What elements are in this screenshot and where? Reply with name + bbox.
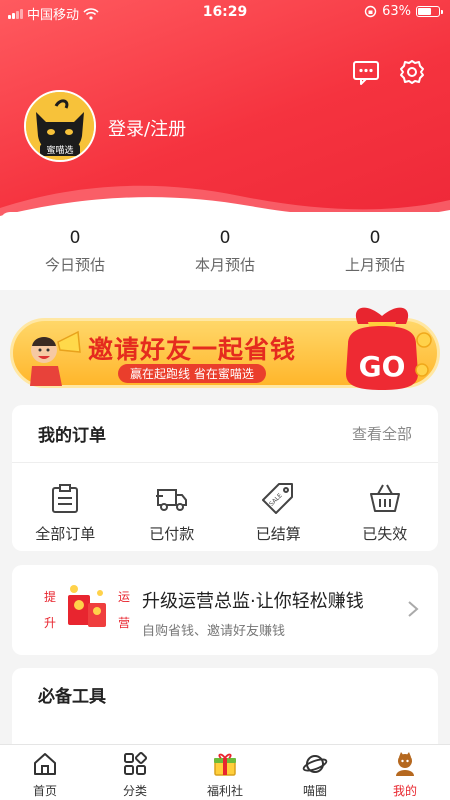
basket-icon: [369, 484, 400, 512]
avatar-caption: 蜜喵选: [46, 144, 73, 156]
order-settled-button[interactable]: SALE 已结算: [225, 481, 332, 544]
banner-title: 邀请好友一起省钱: [88, 335, 297, 364]
rotation-lock-icon: [364, 5, 377, 18]
promo-badge-left-top: 提: [44, 589, 56, 604]
message-icon[interactable]: [352, 58, 380, 86]
tab-home[interactable]: 首页: [0, 745, 90, 800]
promo-title: 升级运营总监·让你轻松赚钱: [142, 591, 364, 612]
order-invalid-button[interactable]: 已失效: [332, 481, 439, 544]
clipboard-icon: [52, 484, 79, 513]
earnings-stats: 0 今日预估 0 本月预估 0 上月预估: [0, 212, 450, 290]
truck-icon: [155, 489, 187, 511]
gift-icon: [214, 753, 236, 776]
planet-icon: [302, 755, 328, 773]
profile-header: 蜜喵选 登录/注册: [0, 0, 450, 230]
order-status-label: 已失效: [362, 525, 408, 543]
profile-icon: [396, 752, 414, 776]
bottom-tab-bar: 首页 分类 福利社 喵圈 我的: [0, 744, 450, 800]
tab-label: 喵圈: [302, 784, 327, 798]
login-register-link[interactable]: 登录/注册: [108, 115, 186, 141]
promo-subtitle: 自购省钱、邀请好友赚钱: [142, 624, 286, 639]
promo-badge-left-bottom: 升: [44, 616, 56, 630]
stat-today[interactable]: 0 今日预估: [0, 212, 150, 290]
banner-subtitle: 赢在起跑线 省在蜜喵选: [118, 364, 266, 383]
stat-value: 0: [69, 228, 81, 248]
tab-label: 分类: [122, 784, 147, 798]
tab-label: 首页: [32, 784, 57, 798]
order-status-label: 已结算: [255, 525, 301, 543]
battery-percent: 63%: [382, 4, 411, 19]
my-orders-card: 我的订单 查看全部 全部订单 已付款 SALE 已结算 已失效: [12, 405, 438, 551]
runner-character-icon: [30, 330, 81, 386]
orders-header: 我的订单 查看全部: [12, 405, 438, 463]
order-status-label: 已付款: [149, 525, 195, 543]
settings-gear-icon[interactable]: [398, 58, 426, 86]
stat-this-month[interactable]: 0 本月预估: [150, 212, 300, 290]
stat-label: 上月预估: [344, 256, 405, 274]
order-all-button[interactable]: 全部订单: [12, 481, 119, 544]
avatar[interactable]: 蜜喵选: [24, 90, 96, 162]
go-label: GO: [359, 350, 406, 383]
invite-friends-banner[interactable]: 邀请好友一起省钱 赢在起跑线 省在蜜喵选 GO: [10, 300, 440, 392]
tag-icon: SALE: [262, 483, 294, 514]
promo-badge-right-top: 运: [118, 590, 130, 604]
battery-icon: [416, 6, 443, 17]
tab-me[interactable]: 我的: [360, 745, 450, 800]
red-envelope-icon: 提 升 运 营: [44, 585, 130, 630]
home-icon: [34, 753, 56, 775]
tools-title: 必备工具: [38, 687, 106, 707]
tab-label: 福利社: [206, 784, 243, 798]
chevron-right-icon: [408, 601, 419, 617]
stat-value: 0: [219, 228, 231, 248]
tab-category[interactable]: 分类: [90, 745, 180, 800]
cat-logo-icon: 蜜喵选: [26, 92, 94, 160]
stat-last-month[interactable]: 0 上月预估: [300, 212, 450, 290]
tab-welfare[interactable]: 福利社: [180, 745, 270, 800]
promo-badge-right-bottom: 营: [118, 616, 130, 630]
stat-label: 今日预估: [44, 256, 105, 274]
category-icon: [124, 751, 148, 775]
order-paid-button[interactable]: 已付款: [119, 481, 226, 544]
view-all-orders-link[interactable]: 查看全部: [352, 423, 412, 444]
upgrade-promo-card[interactable]: 提 升 运 营 升级运营总监·让你轻松赚钱 自购省钱、邀请好友赚钱: [12, 565, 438, 655]
tab-label: 我的: [392, 784, 417, 798]
stat-label: 本月预估: [194, 256, 255, 274]
svg-text:SALE: SALE: [268, 492, 284, 508]
order-status-list: 全部订单 已付款 SALE 已结算 已失效: [12, 463, 438, 544]
status-bar: 中国移动 16:29 63%: [0, 0, 450, 24]
stat-value: 0: [369, 228, 381, 248]
tab-meow-circle[interactable]: 喵圈: [270, 745, 360, 800]
order-status-label: 全部订单: [35, 525, 96, 543]
money-bag-go-icon: GO: [346, 307, 432, 390]
orders-title: 我的订单: [38, 426, 106, 446]
